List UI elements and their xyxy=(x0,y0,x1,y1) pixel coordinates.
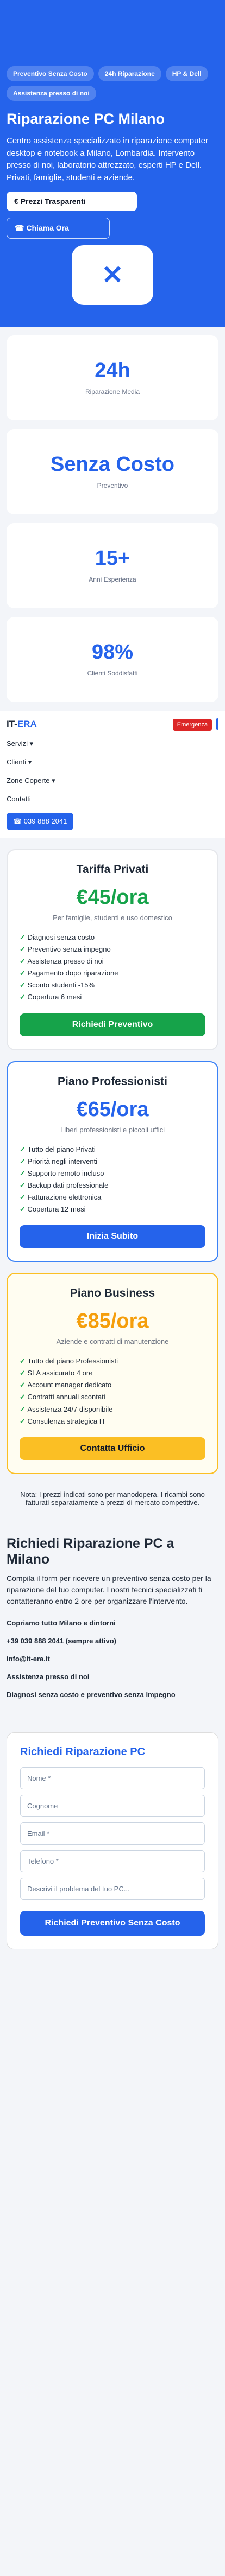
stat-label: Anni Esperienza xyxy=(89,576,136,583)
plan-feature: Tutto del piano Professionisti xyxy=(20,1355,205,1367)
plan-feature: Account manager dedicato xyxy=(20,1379,205,1391)
hero-pill: HP & Dell xyxy=(165,66,208,81)
main-nav: IT-ERA Emergenza Servizi ▾ Clienti ▾ Zone C… xyxy=(0,711,225,838)
hero-pill: Assistenza presso di noi xyxy=(7,86,96,101)
plan-feature: Fatturazione elettronica xyxy=(20,1191,205,1203)
stat-card: Senza Costo Preventivo xyxy=(7,429,218,514)
plan-feature: Preventivo senza impegno xyxy=(20,943,205,955)
hero-pill: 24h Riparazione xyxy=(98,66,161,81)
plan-title: Tariffa Privati xyxy=(76,863,149,876)
plan-price: €45/ora xyxy=(76,886,149,909)
plan-feature: Copertura 6 mesi xyxy=(20,991,205,1003)
emergency-button[interactable]: Emergenza xyxy=(172,719,212,731)
plan-button[interactable]: Inizia Subito xyxy=(20,1225,205,1248)
nav-item[interactable]: Contatti xyxy=(7,795,218,803)
plan-feature: Priorità negli interventi xyxy=(20,1156,205,1168)
phone-field[interactable]: Telefono * xyxy=(20,1850,205,1872)
plan-feature: Pagamento dopo riparazione xyxy=(20,967,205,979)
plan-feature: Contratti annuali scontati xyxy=(20,1391,205,1403)
hero: Preventivo Senza Costo 24h Riparazione HP … xyxy=(0,0,225,327)
stat-card: 24h Riparazione Media xyxy=(7,335,218,420)
plan-feature: Assistenza presso di noi xyxy=(20,955,205,967)
stat-label: Riparazione Media xyxy=(85,388,140,396)
plan-title: Piano Business xyxy=(70,1287,155,1300)
plan-feature: Sconto studenti -15% xyxy=(20,979,205,991)
plan-feature: SLA assicurato 4 ore xyxy=(20,1367,205,1379)
problem-field[interactable]: Descrivi il problema del tuo PC... xyxy=(20,1877,205,1900)
contact-text: Compila il form per ricevere un preventi… xyxy=(7,1573,211,1605)
plan-subtitle: Aziende e contratti di manutenzione xyxy=(56,1337,169,1346)
plan-feature: Copertura 12 mesi xyxy=(20,1203,205,1215)
plan-feature: Tutto del piano Privati xyxy=(20,1144,205,1156)
plan-button[interactable]: Contatta Ufficio xyxy=(20,1437,205,1460)
nav-item[interactable]: Clienti ▾ xyxy=(7,758,218,767)
menu-icon[interactable] xyxy=(216,718,218,730)
repair-tools-icon: ✕ xyxy=(72,245,153,305)
repair-form: Richiedi Riparazione PC Nome * Cognome Ema… xyxy=(7,1732,218,1949)
phone-link[interactable]: ☎ 039 888 2041 xyxy=(7,813,74,830)
logo: IT-ERA xyxy=(7,719,37,729)
plan-price: €85/ora xyxy=(76,1310,149,1333)
surname-field[interactable]: Cognome xyxy=(20,1794,205,1817)
contact-info: Copriamo tutto Milano e dintorni xyxy=(7,1618,116,1627)
name-field[interactable]: Nome * xyxy=(20,1767,205,1789)
plan-subtitle: Per famiglie, studenti e uso domestico xyxy=(53,914,172,922)
plan-feature: Assistenza 24/7 disponibile xyxy=(20,1404,205,1415)
contact-title: Richiedi Riparazione PC a Milano xyxy=(7,1535,174,1567)
form-title: Richiedi Riparazione PC xyxy=(20,1745,146,1758)
plan-feature: Backup dati professionale xyxy=(20,1179,205,1191)
hero-pill: Preventivo Senza Costo xyxy=(7,66,94,81)
nav-item[interactable]: Zone Coperte ▾ xyxy=(7,776,218,785)
nav-item[interactable]: Servizi ▾ xyxy=(7,739,218,748)
stat-value: 24h xyxy=(95,359,130,382)
plan-feature: Consulenza strategica IT xyxy=(20,1415,205,1427)
stat-value: Senza Costo xyxy=(50,453,175,476)
stat-label: Clienti Soddisfatti xyxy=(87,669,138,677)
stat-label: Preventivo xyxy=(97,482,128,489)
contact-info: Diagnosi senza costo e preventivo senza … xyxy=(7,1690,176,1699)
email-field[interactable]: Email * xyxy=(20,1822,205,1845)
plan-subtitle: Liberi professionisti e piccoli uffici xyxy=(60,1125,165,1134)
contact-section: Richiedi Riparazione PC a Milano Compila … xyxy=(0,1512,225,1719)
plan-card: Piano Professionisti €65/ora Liberi profes… xyxy=(7,1061,218,1263)
plan-card: Tariffa Privati €45/ora Per famiglie, stud… xyxy=(7,849,218,1050)
plan-feature: Supporto remoto incluso xyxy=(20,1168,205,1179)
plan-button[interactable]: Richiedi Preventivo xyxy=(20,1013,205,1036)
plan-title: Piano Professionisti xyxy=(58,1075,167,1088)
contact-info: +39 039 888 2041 (sempre attivo) xyxy=(7,1636,116,1645)
contact-info: info@it-era.it xyxy=(7,1654,50,1663)
plan-feature: Diagnosi senza costo xyxy=(20,932,205,943)
hero-title: Riparazione PC Milano xyxy=(7,111,165,127)
plan-price: €65/ora xyxy=(76,1098,149,1121)
stat-value: 98% xyxy=(91,641,134,664)
hero-text: Centro assistenza specializzato in ripar… xyxy=(7,136,209,182)
stat-card: 15+ Anni Esperienza xyxy=(7,523,218,608)
stat-card: 98% Clienti Soddisfatti xyxy=(7,617,218,702)
pricing-button[interactable]: € Prezzi Trasparenti xyxy=(7,192,137,211)
call-button[interactable]: ☎ Chiama Ora xyxy=(7,218,110,239)
pricing-note: Nota: I prezzi indicati sono per manodop… xyxy=(20,1490,205,1507)
stat-value: 15+ xyxy=(95,547,130,570)
plan-card: Piano Business €85/ora Aziende e contratti… xyxy=(7,1273,218,1474)
contact-info: Assistenza presso di noi xyxy=(7,1672,90,1681)
submit-button[interactable]: Richiedi Preventivo Senza Costo xyxy=(20,1910,205,1936)
